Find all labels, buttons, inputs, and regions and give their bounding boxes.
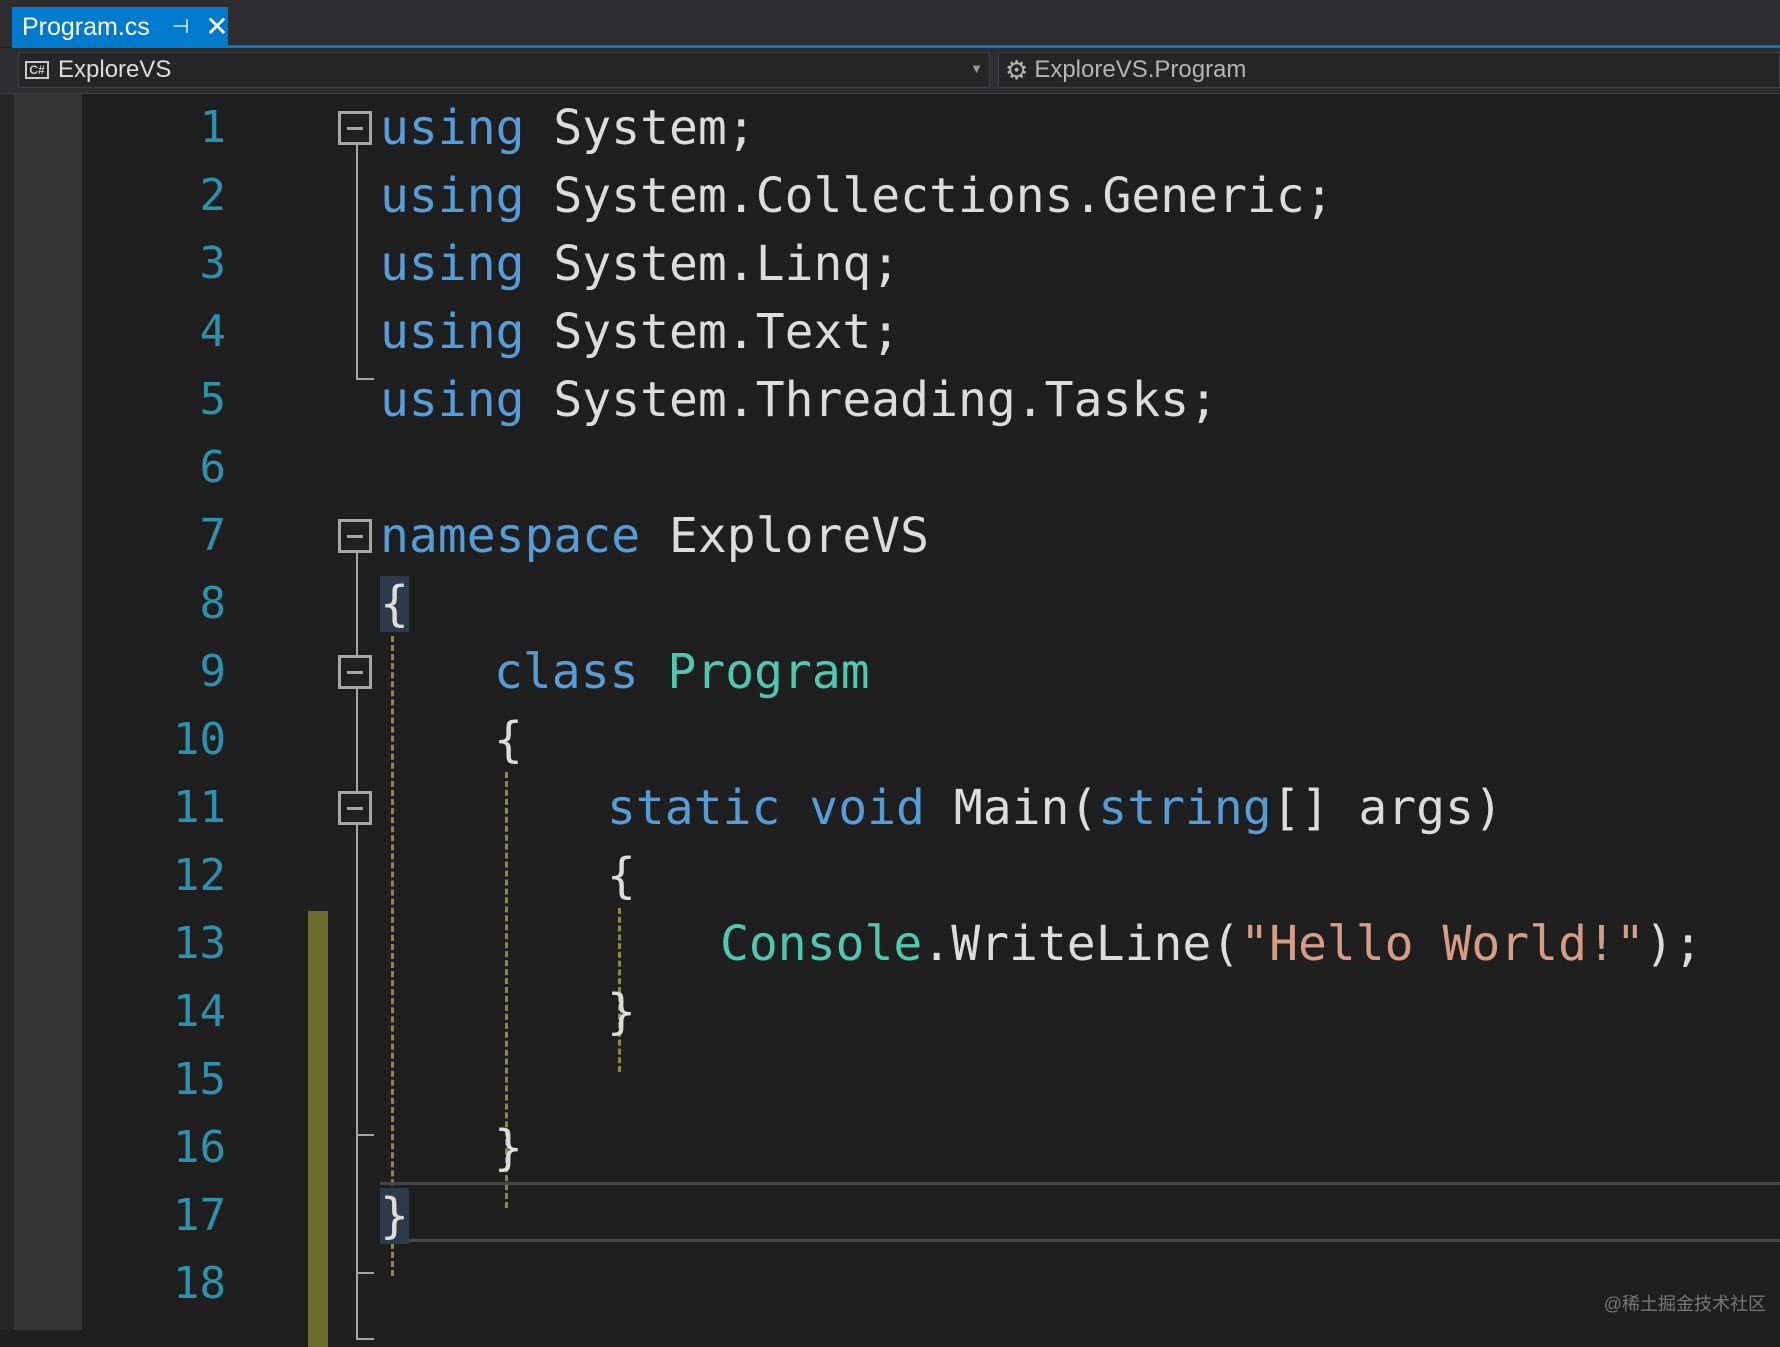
- pin-icon[interactable]: ⊣: [172, 17, 189, 37]
- changed-lines-indicator: [308, 911, 328, 1347]
- code-line-1[interactable]: using System;: [380, 94, 756, 162]
- navigation-bar: C# ExploreVS ▼ ⚙ ExploreVS.Program: [0, 48, 1780, 94]
- code-text: System;: [524, 100, 756, 156]
- collapse-usings-toggle[interactable]: [338, 111, 372, 145]
- outline-end: [356, 1272, 374, 1274]
- code-line-8[interactable]: {: [380, 570, 409, 638]
- code-text: System.Linq;: [524, 236, 901, 292]
- collapse-namespace-toggle[interactable]: [338, 519, 372, 553]
- collapse-class-toggle[interactable]: [338, 655, 372, 689]
- method-name: Main(: [953, 780, 1099, 836]
- code-text: ExploreVS: [640, 508, 930, 564]
- string-literal: "Hello World!": [1240, 916, 1645, 972]
- code-line-4[interactable]: using System.Text;: [380, 298, 900, 366]
- line-number: 1: [199, 102, 227, 153]
- indent-guide: [391, 636, 394, 1276]
- keyword: string: [1098, 780, 1272, 836]
- line-number: 9: [199, 646, 227, 697]
- code-line-10[interactable]: {: [494, 706, 523, 774]
- keyword: using: [380, 372, 525, 428]
- line-number: 10: [173, 714, 226, 765]
- line-number: 15: [173, 1054, 226, 1105]
- outline-line: [356, 144, 358, 380]
- line-number: 8: [199, 578, 227, 629]
- line-number: 13: [173, 918, 226, 969]
- code-editor[interactable]: 1 2 3 4 5 6 7 8 9 10 11 12 13 14 15 16 1…: [0, 94, 1780, 1347]
- keyword: using: [380, 168, 525, 224]
- matched-brace: }: [380, 1188, 409, 1244]
- keyword: class: [494, 644, 639, 700]
- code-line-13[interactable]: Console.WriteLine("Hello World!");: [720, 910, 1703, 978]
- document-tab-strip: Program.cs ⊣ ✕: [0, 0, 1780, 48]
- collapse-method-toggle[interactable]: [338, 791, 372, 825]
- line-number: 5: [199, 374, 227, 425]
- csharp-project-icon: C#: [25, 61, 49, 79]
- keyword: static: [607, 780, 781, 836]
- outline-end: [356, 1134, 374, 1136]
- current-line-highlight: [380, 1182, 1780, 1242]
- line-number: 12: [173, 850, 226, 901]
- code-line-2[interactable]: using System.Collections.Generic;: [380, 162, 1334, 230]
- keyword: using: [380, 236, 525, 292]
- code-line-14[interactable]: }: [607, 978, 636, 1046]
- project-label: ExploreVS: [58, 56, 172, 83]
- line-number: 16: [173, 1122, 226, 1173]
- matched-brace: {: [380, 576, 409, 632]
- code-text: .WriteLine(: [922, 916, 1241, 972]
- glyph-margin[interactable]: [14, 94, 82, 1330]
- chevron-down-icon[interactable]: ▼: [970, 61, 983, 76]
- brace: }: [494, 1120, 523, 1176]
- code-line-9[interactable]: class Program: [494, 638, 870, 706]
- code-line-16[interactable]: }: [494, 1114, 523, 1182]
- code-line-17[interactable]: }: [380, 1182, 409, 1250]
- member-label: ExploreVS.Program: [1034, 56, 1247, 83]
- code-line-5[interactable]: using System.Threading.Tasks;: [380, 366, 1218, 434]
- project-dropdown[interactable]: C# ExploreVS ▼: [18, 52, 990, 88]
- type-name: Program: [667, 644, 870, 700]
- code-text: System.Collections.Generic;: [524, 168, 1334, 224]
- line-number: 11: [173, 782, 226, 833]
- code-text: System.Text;: [524, 304, 901, 360]
- class-icon: ⚙: [1005, 55, 1029, 85]
- watermark: @稀土掘金技术社区: [1603, 1294, 1766, 1314]
- code-text: [] args): [1271, 780, 1503, 836]
- code-text: System.Threading.Tasks;: [524, 372, 1219, 428]
- line-number: 7: [199, 510, 227, 561]
- close-icon[interactable]: ✕: [205, 13, 228, 41]
- code-line-12[interactable]: {: [607, 842, 636, 910]
- keyword: using: [380, 304, 525, 360]
- line-number: 18: [173, 1258, 226, 1309]
- line-number: 3: [199, 238, 227, 289]
- brace: }: [607, 984, 636, 1040]
- code-text: );: [1644, 916, 1703, 972]
- line-number: 2: [199, 170, 227, 221]
- code-line-7[interactable]: namespace ExploreVS: [380, 502, 929, 570]
- keyword: void: [809, 780, 925, 836]
- code-line-3[interactable]: using System.Linq;: [380, 230, 900, 298]
- tab-title: Program.cs: [22, 12, 150, 41]
- line-number: 17: [173, 1190, 226, 1241]
- editor-left-strip: [0, 94, 14, 1330]
- keyword: namespace: [380, 508, 641, 564]
- brace: {: [607, 848, 636, 904]
- outline-end: [356, 378, 374, 380]
- keyword: using: [380, 100, 525, 156]
- line-number: 14: [173, 986, 226, 1037]
- brace: {: [494, 712, 523, 768]
- line-number: 6: [199, 442, 227, 493]
- member-dropdown[interactable]: ⚙ ExploreVS.Program: [998, 52, 1780, 88]
- code-line-11[interactable]: static void Main(string[] args): [607, 774, 1503, 842]
- type-name: Console: [720, 916, 923, 972]
- line-number: 4: [199, 306, 227, 357]
- outline-end: [356, 1338, 374, 1340]
- tab-program-cs[interactable]: Program.cs ⊣ ✕: [12, 7, 229, 47]
